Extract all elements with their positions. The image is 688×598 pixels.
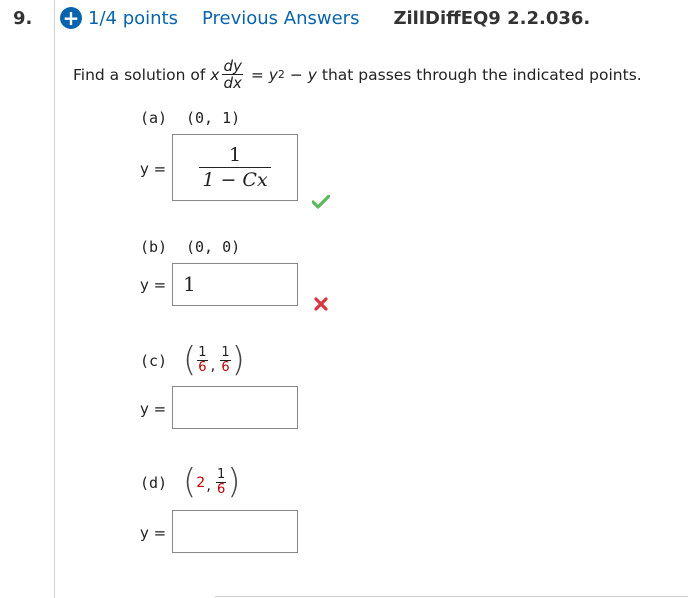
part-d-x: 2 (196, 475, 206, 491)
problem-prefix: Find a solution of (73, 65, 206, 84)
bottom-divider (215, 596, 688, 597)
left-paren: ( (183, 340, 197, 380)
part-c-answer-box[interactable] (172, 386, 298, 429)
part-a-answer-box[interactable]: 1 1 − Cx (172, 134, 298, 201)
part-b-answer-box[interactable]: 1 (172, 263, 298, 306)
part-a-answer-num: 1 (228, 144, 242, 166)
part-a-point: (0, 1) (186, 109, 241, 127)
left-paren: ( (183, 462, 197, 502)
part-d-y-fraction: 1 6 (215, 466, 227, 497)
part-b-label: (b) (140, 238, 168, 256)
part-c-x-fraction: 1 6 (197, 344, 208, 375)
minus-sign: − (284, 65, 308, 84)
problem-suffix: that passes through the indicated points… (316, 65, 642, 84)
plus-icon[interactable]: + (60, 7, 82, 29)
part-c-y-fraction: 1 6 (220, 344, 231, 375)
part-d-y-label: y = (140, 524, 167, 542)
part-d-comma: , (206, 476, 211, 494)
vertical-divider (54, 0, 55, 598)
part-a-y-label: y = (140, 160, 167, 178)
part-c-y-den: 6 (220, 359, 231, 375)
var-x: x (210, 65, 220, 84)
dx-denominator: dx (222, 74, 243, 92)
part-c-point: ( 1 6 , 1 6 ) (183, 343, 245, 377)
check-icon (312, 195, 330, 209)
question-header: + 1/4 points Previous Answers ZillDiffEQ… (60, 7, 590, 29)
part-c-x-num: 1 (198, 344, 207, 360)
part-a-answer-fraction: 1 1 − Cx (199, 143, 271, 192)
previous-answers-link[interactable]: Previous Answers (202, 8, 359, 29)
part-c-comma: , (210, 356, 216, 374)
part-b-y-label: y = (140, 276, 167, 294)
part-c-y-label: y = (140, 400, 167, 418)
points-link[interactable]: 1/4 points (88, 8, 178, 29)
part-d-y-num: 1 (216, 466, 226, 482)
part-b-point: (0, 0) (186, 238, 241, 256)
dy-numerator: dy (223, 57, 242, 75)
cross-icon (314, 297, 328, 311)
part-d-answer-box[interactable] (172, 510, 298, 553)
part-c-y-num: 1 (221, 344, 230, 360)
derivative-fraction: dy dx (222, 57, 243, 92)
question-number: 9. (13, 8, 33, 29)
part-c-x-den: 6 (197, 359, 208, 375)
part-a-answer-den: 1 − Cx (199, 167, 271, 192)
equals-sign: = (245, 65, 269, 84)
part-d-y-den: 6 (215, 481, 227, 497)
part-a-label: (a) (140, 109, 168, 127)
problem-code: ZillDiffEQ9 2.2.036. (393, 7, 591, 29)
exponent: 2 (277, 68, 285, 81)
part-d-label: (d) (140, 474, 168, 492)
problem-statement: Find a solution of x dy dx = y2 − y that… (73, 58, 642, 91)
right-paren: ) (231, 340, 245, 380)
part-c-label: (c) (140, 352, 168, 370)
var-y-2: y (307, 65, 317, 84)
part-d-point: ( 2 , 1 6 ) (183, 465, 241, 499)
right-paren: ) (227, 462, 241, 502)
var-y: y (268, 65, 278, 84)
